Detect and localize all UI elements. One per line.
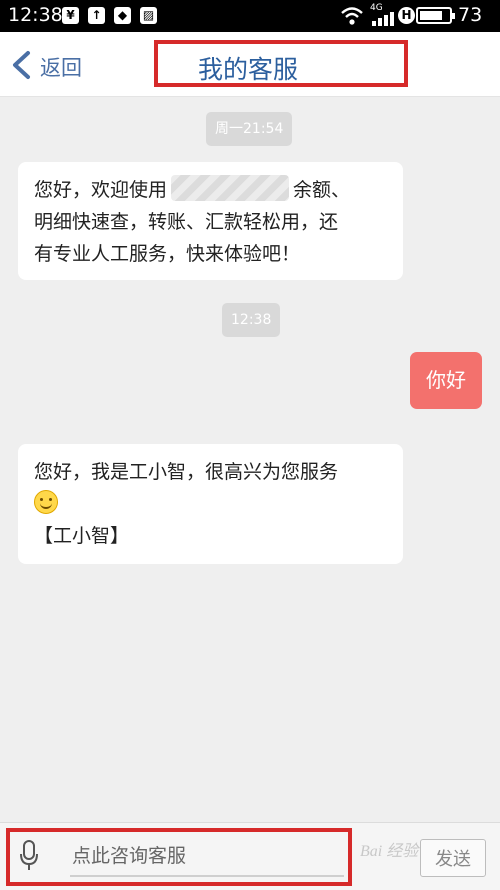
message-line: 您好，欢迎使用 余额、	[34, 174, 387, 206]
hd-icon: H	[398, 7, 415, 24]
watermark: Bai 经验	[360, 843, 419, 860]
message-line	[34, 488, 387, 520]
incoming-message: 您好，我是工小智，很高兴为您服务 【工小智】	[18, 444, 403, 564]
upload-icon: ↑	[88, 7, 105, 24]
notification-icon: ◆	[114, 7, 131, 24]
back-button[interactable]: 返回	[10, 44, 100, 84]
microphone-icon[interactable]	[20, 840, 38, 872]
incoming-message: 您好，欢迎使用 余额、 明细快速查，转账、汇款轻松用，还 有专业人工服务，快来体验…	[18, 162, 403, 280]
redacted-text	[171, 175, 290, 201]
status-time: 12:38	[8, 4, 63, 26]
outgoing-message: 你好	[410, 352, 482, 409]
yen-icon: ¥	[62, 7, 79, 24]
timestamp-chip: 周一21:54	[206, 112, 293, 146]
timestamp-chip: 12:38	[222, 303, 281, 337]
chevron-left-icon	[13, 51, 30, 79]
battery-icon	[416, 7, 455, 24]
image-icon: ▨	[140, 7, 157, 24]
send-button[interactable]: 发送	[420, 839, 486, 877]
input-bar: Bai 经验 发送	[0, 822, 500, 890]
consult-input[interactable]	[70, 837, 344, 877]
smiley-emoji-icon	[34, 490, 58, 514]
message-line: 【工小智】	[34, 525, 130, 547]
signal-icon	[372, 12, 394, 26]
status-bar: 12:38 ¥ ↑ ◆ ▨ 4G H 73	[0, 0, 500, 32]
header: 返回 我的客服	[0, 32, 500, 97]
back-label: 返回	[40, 56, 82, 80]
message-line: 明细快速查，转账、汇款轻松用，还	[34, 211, 339, 233]
battery-percent: 73	[458, 4, 483, 26]
message-line: 有专业人工服务，快来体验吧！	[34, 243, 301, 265]
page-title: 我的客服	[198, 55, 299, 84]
title-highlight-box: 我的客服	[154, 40, 408, 87]
wifi-icon	[341, 7, 363, 25]
message-line: 您好，我是工小智，很高兴为您服务	[34, 461, 339, 483]
